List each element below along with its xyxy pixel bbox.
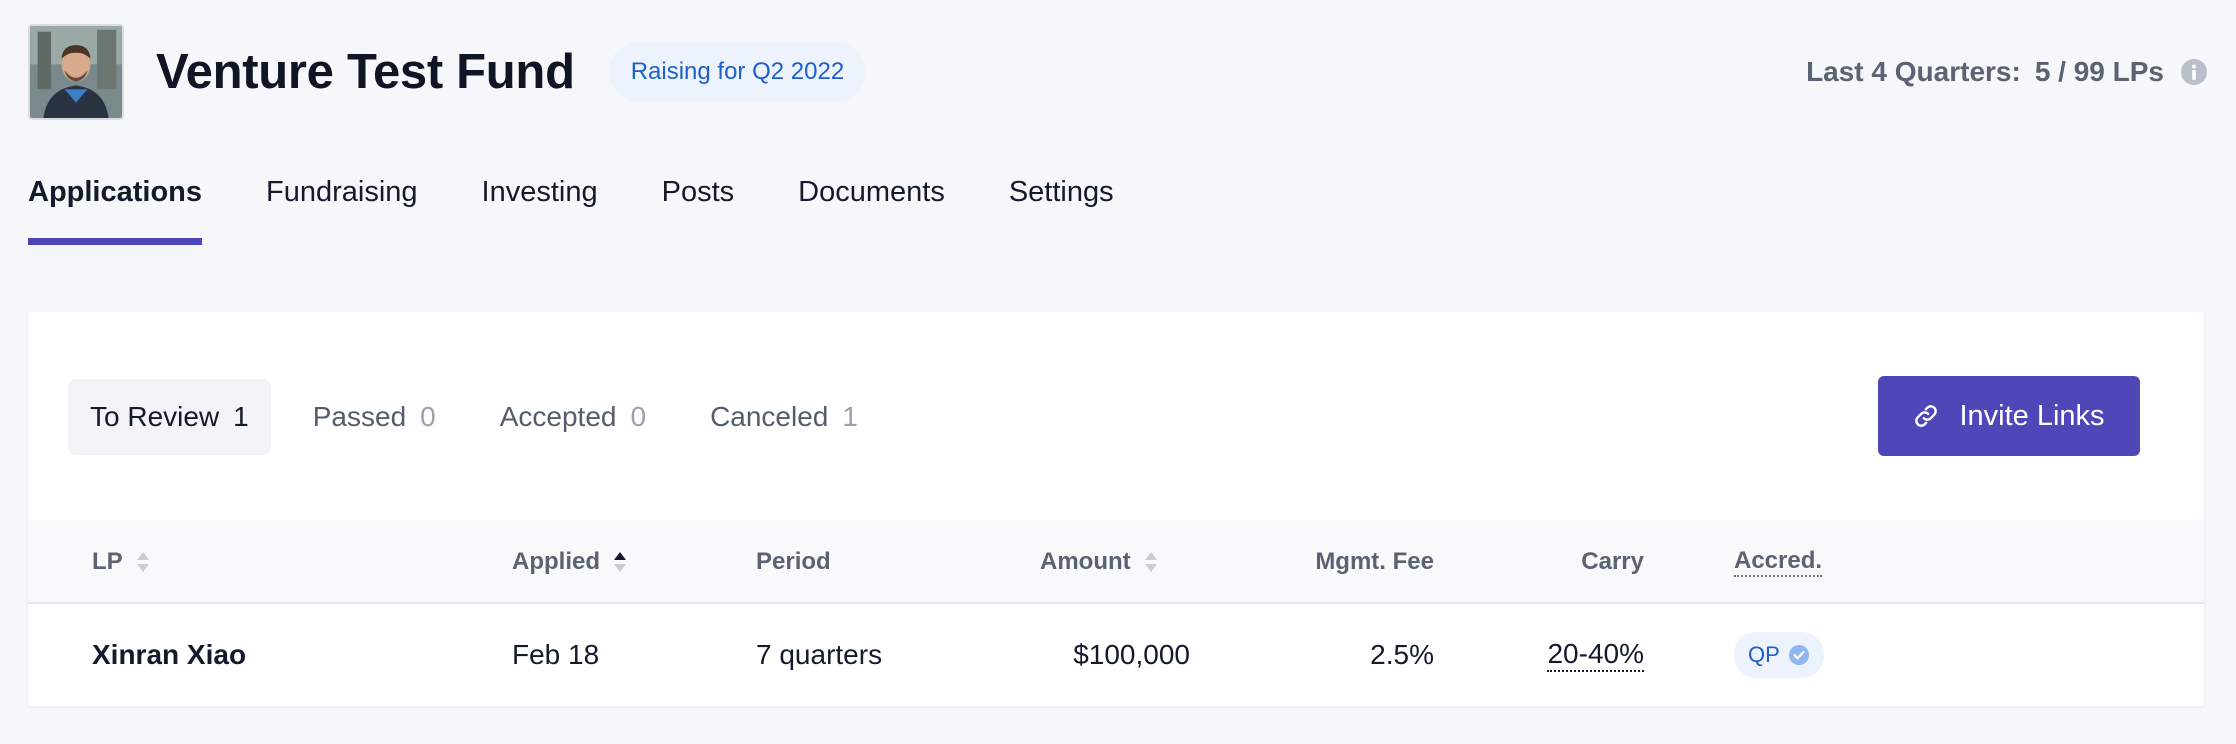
column-label: Applied xyxy=(512,548,600,575)
column-label: Mgmt. Fee xyxy=(1315,548,1434,575)
column-label: Accred. xyxy=(1734,547,1823,577)
tab-posts[interactable]: Posts xyxy=(662,176,735,245)
fund-title: Venture Test Fund xyxy=(156,45,575,99)
status-tab-count: 0 xyxy=(420,401,436,432)
quarters-value: 5 / 99 LPs xyxy=(2034,56,2164,87)
column-label: Carry xyxy=(1581,548,1644,575)
cell-period: 7 quarters xyxy=(756,639,883,670)
status-tab-count: 1 xyxy=(233,401,249,432)
applications-card: To Review 1 Passed 0 Accepted 0 Canceled… xyxy=(28,312,2204,706)
cell-applied: Feb 18 xyxy=(512,639,600,670)
column-header-amount[interactable]: Amount xyxy=(1040,520,1159,604)
invite-links-label: Invite Links xyxy=(1959,399,2105,432)
status-filter-tabs: To Review 1 Passed 0 Accepted 0 Canceled… xyxy=(68,379,900,455)
fund-avatar[interactable] xyxy=(28,24,124,120)
carry-value: 20-40% xyxy=(1547,638,1644,672)
tab-fundraising[interactable]: Fundraising xyxy=(266,176,418,245)
sort-ascending-icon[interactable] xyxy=(612,549,628,575)
link-icon xyxy=(1915,405,1938,427)
cell-amount: $100,000 xyxy=(1073,639,1190,670)
cell-mgmt-fee: 2.5% xyxy=(1370,639,1434,670)
column-header-mgmt-fee: Mgmt. Fee xyxy=(1208,520,1434,604)
cell-lp-name[interactable]: Xinran Xiao xyxy=(92,604,246,706)
column-header-accred[interactable]: Accred. xyxy=(1734,520,1823,604)
table-header: LP Applied Period Amount Mgmt. Fee Carry… xyxy=(28,520,2204,604)
fund-header: Venture Test Fund Raising for Q2 2022 La… xyxy=(28,24,2208,120)
column-header-applied[interactable]: Applied xyxy=(512,520,628,604)
column-label: Amount xyxy=(1040,548,1131,575)
tab-documents[interactable]: Documents xyxy=(798,176,945,245)
tab-investing[interactable]: Investing xyxy=(482,176,598,245)
sort-icon[interactable] xyxy=(1143,549,1159,575)
status-tab-label: To Review xyxy=(90,401,220,432)
qp-label: QP xyxy=(1748,642,1780,667)
status-tab-passed[interactable]: Passed 0 xyxy=(291,379,458,455)
status-tab-canceled[interactable]: Canceled 1 xyxy=(688,379,880,455)
table-row[interactable]: Xinran Xiao Feb 18 7 quarters $100,000 2… xyxy=(28,604,2204,706)
invite-links-button[interactable]: Invite Links xyxy=(1878,376,2140,456)
lp-quarter-stats: Last 4 Quarters: 5 / 99 LPs xyxy=(1806,56,2208,88)
main-tabs: Applications Fundraising Investing Posts… xyxy=(28,176,1114,245)
column-header-period: Period xyxy=(756,520,831,604)
column-label: LP xyxy=(92,548,123,575)
status-tab-label: Canceled xyxy=(710,401,829,432)
status-tab-count: 0 xyxy=(630,401,647,432)
status-tab-accepted[interactable]: Accepted 0 xyxy=(478,379,668,455)
sort-icon[interactable] xyxy=(135,549,151,575)
tab-settings[interactable]: Settings xyxy=(1009,176,1114,245)
avatar-photo xyxy=(30,26,122,118)
column-header-carry: Carry xyxy=(1458,520,1644,604)
status-tab-label: Passed xyxy=(312,401,407,432)
qp-badge[interactable]: QP xyxy=(1734,632,1824,678)
status-tab-to-review[interactable]: To Review 1 xyxy=(68,379,271,455)
status-tab-count: 1 xyxy=(842,401,858,432)
quarters-label: Last 4 Quarters: xyxy=(1806,56,2021,87)
check-circle-icon xyxy=(1788,645,1809,665)
info-icon[interactable] xyxy=(2180,58,2208,86)
cell-carry[interactable]: 20-40% xyxy=(1458,604,1644,706)
status-tab-label: Accepted xyxy=(499,401,617,432)
raising-badge: Raising for Q2 2022 xyxy=(608,42,867,102)
column-header-lp[interactable]: LP xyxy=(92,520,151,604)
column-label: Period xyxy=(756,548,831,575)
tab-applications[interactable]: Applications xyxy=(28,176,203,245)
cell-accred: QP xyxy=(1734,604,1824,706)
